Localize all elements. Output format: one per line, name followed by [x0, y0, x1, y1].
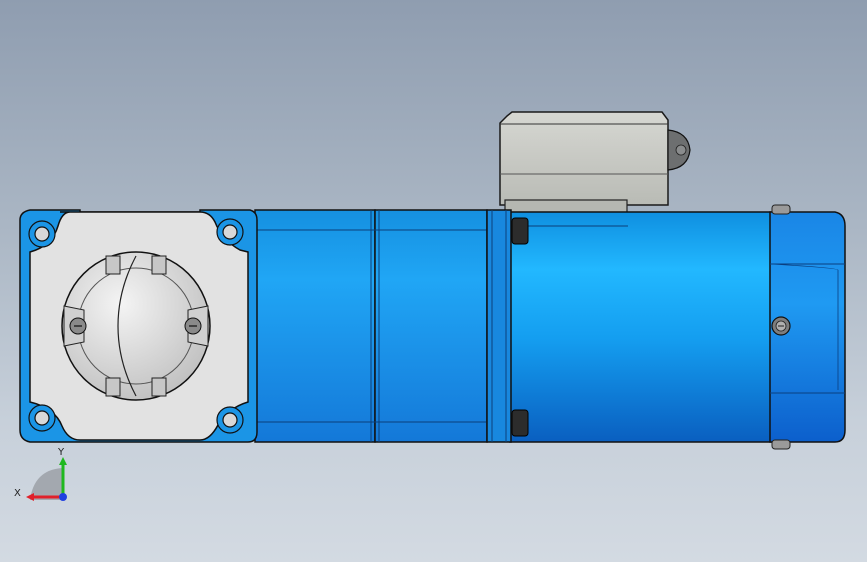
terminal-box[interactable] [499, 111, 691, 226]
flange-bolt-hole-tr [216, 218, 244, 246]
cad-viewport[interactable]: X Y [0, 0, 867, 562]
set-screw-right [184, 317, 202, 335]
end-cap-screw [771, 316, 791, 336]
triad-base-icon [30, 468, 62, 500]
end-cap[interactable] [769, 204, 846, 450]
output-shaft[interactable] [61, 251, 211, 401]
triad-y-arrow [59, 457, 67, 465]
motor-body[interactable] [509, 211, 773, 443]
set-screw-left [69, 317, 87, 335]
gearbox[interactable] [254, 209, 512, 443]
coordinate-triad: X Y [14, 447, 67, 501]
flange-bolt-hole-tl [28, 220, 56, 248]
triad-z-axis [59, 493, 67, 501]
triad-x-label: X [14, 488, 21, 499]
flange-bolt-hole-bl [28, 404, 56, 432]
triad-x-arrow [26, 493, 34, 501]
flange-bolt-hole-br [216, 406, 244, 434]
triad-y-label: Y [57, 447, 65, 458]
